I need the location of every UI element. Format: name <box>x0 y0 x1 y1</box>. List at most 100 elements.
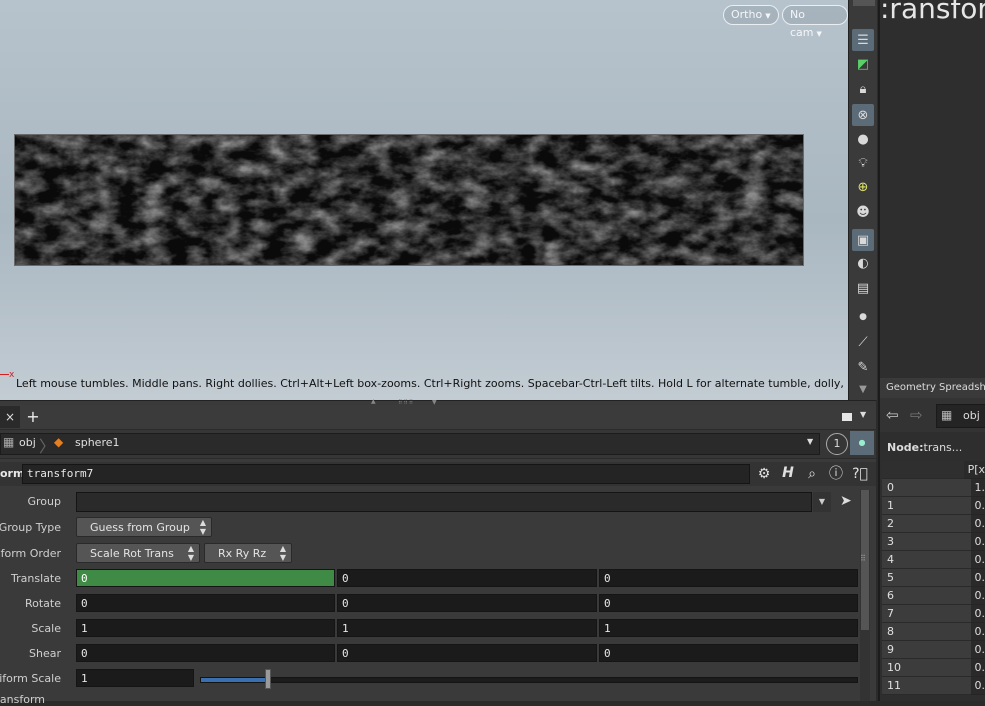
houdini-help-icon[interactable]: H <box>778 464 798 482</box>
geometry-spreadsheet-tab[interactable]: Geometry Spreadshee <box>880 378 985 398</box>
link-icon[interactable]: ● <box>850 431 874 455</box>
snap-icon[interactable]: ◩ <box>852 53 874 75</box>
scale-z-field[interactable]: 1 <box>599 619 858 637</box>
translate-z-field[interactable]: 0 <box>599 569 858 587</box>
column-header[interactable]: P[x <box>964 461 985 479</box>
lock-icon[interactable]: 🔒︎ <box>852 78 874 100</box>
shading-icon[interactable]: ● <box>852 128 874 150</box>
point-icon[interactable]: ● <box>852 306 874 328</box>
group-type-select[interactable]: Guess from Group▲▼ <box>76 517 212 537</box>
ghost-icon[interactable]: ▣ <box>852 229 874 251</box>
select-arrow-icon[interactable]: ➤ <box>840 493 852 509</box>
path-node[interactable]: sphere1 <box>75 436 120 449</box>
row-index: 5 <box>882 569 971 587</box>
translate-x-field[interactable]: 0 <box>76 569 335 587</box>
pane-layout-icon[interactable] <box>842 413 852 421</box>
row-value: 0. <box>971 569 985 587</box>
close-view-icon[interactable]: ⊗ <box>852 104 874 126</box>
forward-arrow-icon[interactable]: ⇨ <box>910 406 923 424</box>
info-icon[interactable]: ⓘ <box>826 465 846 483</box>
row-value: 1. <box>971 479 985 497</box>
table-row[interactable]: 30. <box>882 533 985 551</box>
display-options-icon[interactable]: ☰ <box>852 29 874 51</box>
table-row[interactable]: 01. <box>882 479 985 497</box>
network-path-field[interactable]: ▦ obj <box>936 404 985 428</box>
row-index: 2 <box>882 515 971 533</box>
background-icon[interactable]: ▤ <box>852 277 874 299</box>
row-value: 0. <box>971 587 985 605</box>
updown-icon: ▲▼ <box>188 544 194 562</box>
arrow-down-icon[interactable]: ▼ <box>852 378 874 400</box>
gear-icon[interactable]: ⚙ <box>754 465 774 483</box>
collapse-up-icon[interactable]: ▲ <box>371 398 376 405</box>
headlight-icon[interactable]: ⊕ <box>852 176 874 198</box>
translate-label: Translate <box>11 572 61 585</box>
close-tab-button[interactable]: × <box>0 406 20 428</box>
translate-y-field[interactable]: 0 <box>337 569 597 587</box>
uniform-scale-slider[interactable] <box>200 677 858 683</box>
node-path-field[interactable]: ▦ obj 〉 ◆ sphere1 ▼ <box>0 433 820 455</box>
noise-texture-plane <box>14 134 804 266</box>
ortho-view-button[interactable]: Ortho▼ <box>723 5 779 25</box>
camera-icon[interactable]: ☻ <box>852 201 874 223</box>
scale-x-field[interactable]: 1 <box>76 619 335 637</box>
rotation-order-select[interactable]: Rx Ry Rz▲▼ <box>204 543 292 563</box>
sphere-node-icon: ◆ <box>54 435 63 449</box>
uniform-scale-field[interactable]: 1 <box>76 669 194 687</box>
network-icon: ▦ <box>3 435 14 449</box>
parameter-scrollbar[interactable]: ⠿ <box>860 490 870 701</box>
row-index: 8 <box>882 623 971 641</box>
row-index: 1 <box>882 497 971 515</box>
table-row[interactable]: 40. <box>882 551 985 569</box>
updown-icon: ▲▼ <box>200 518 206 536</box>
uniform-scale-label: niform Scale <box>0 672 61 685</box>
path-root[interactable]: obj <box>19 436 36 449</box>
slider-handle[interactable] <box>265 669 271 689</box>
table-row[interactable]: 90. <box>882 641 985 659</box>
row-value: 0. <box>971 551 985 569</box>
row-value: 0. <box>971 533 985 551</box>
node-header-bar: orm transform7 ⚙ H ⌕ ⓘ ?⃝ <box>0 462 876 486</box>
transform-order-select[interactable]: Scale Rot Trans▲▼ <box>76 543 200 563</box>
table-row[interactable]: 70. <box>882 605 985 623</box>
rotate-x-field[interactable]: 0 <box>76 594 335 612</box>
table-row[interactable]: 80. <box>882 623 985 641</box>
slider-fill <box>201 678 267 682</box>
search-icon[interactable]: ⌕ <box>802 465 822 483</box>
pen-icon[interactable]: ✎ <box>852 356 874 378</box>
chevron-down-icon[interactable]: ▼ <box>807 437 813 446</box>
updown-icon: ▲▼ <box>280 544 286 562</box>
visibility-icon[interactable]: ◐ <box>852 252 874 274</box>
table-row[interactable]: 60. <box>882 587 985 605</box>
rotate-z-field[interactable]: 0 <box>599 594 858 612</box>
row-index: 9 <box>882 641 971 659</box>
group-field[interactable] <box>76 492 812 512</box>
shear-x-field[interactable]: 0 <box>76 644 335 662</box>
node-name-field[interactable]: transform7 <box>22 464 750 484</box>
group-dropdown-button[interactable]: ▼ <box>813 492 831 512</box>
row-value: 0. <box>971 605 985 623</box>
shear-z-field[interactable]: 0 <box>599 644 858 662</box>
shear-label: Shear <box>29 647 61 660</box>
table-row[interactable]: 10. <box>882 497 985 515</box>
viewport[interactable]: Ortho▼ No cam▼ x Left mouse tumbles. Mid… <box>0 0 848 400</box>
light-icon[interactable]: 💡︎ <box>852 152 874 174</box>
camera-menu-button[interactable]: No cam▼ <box>782 5 848 25</box>
spreadsheet-node-label: Node:trans... <box>887 441 962 454</box>
table-row[interactable]: 50. <box>882 569 985 587</box>
table-row[interactable]: 20. <box>882 515 985 533</box>
brush-icon[interactable]: ⟋ <box>852 331 874 353</box>
add-tab-button[interactable]: + <box>24 406 42 428</box>
shear-y-field[interactable]: 0 <box>337 644 597 662</box>
path-separator-icon: 〉 <box>39 433 55 457</box>
back-arrow-icon[interactable]: ⇦ <box>886 406 899 424</box>
rotate-y-field[interactable]: 0 <box>337 594 597 612</box>
row-value: 0. <box>971 677 985 695</box>
table-row[interactable]: 110. <box>882 677 985 695</box>
help-icon[interactable]: ?⃝ <box>850 465 870 483</box>
table-row[interactable]: 100. <box>882 659 985 677</box>
scale-y-field[interactable]: 1 <box>337 619 597 637</box>
chevron-down-icon[interactable]: ▼ <box>860 410 866 419</box>
pin-badge[interactable]: 1 <box>826 433 848 455</box>
toolbar-grip[interactable] <box>853 0 875 6</box>
